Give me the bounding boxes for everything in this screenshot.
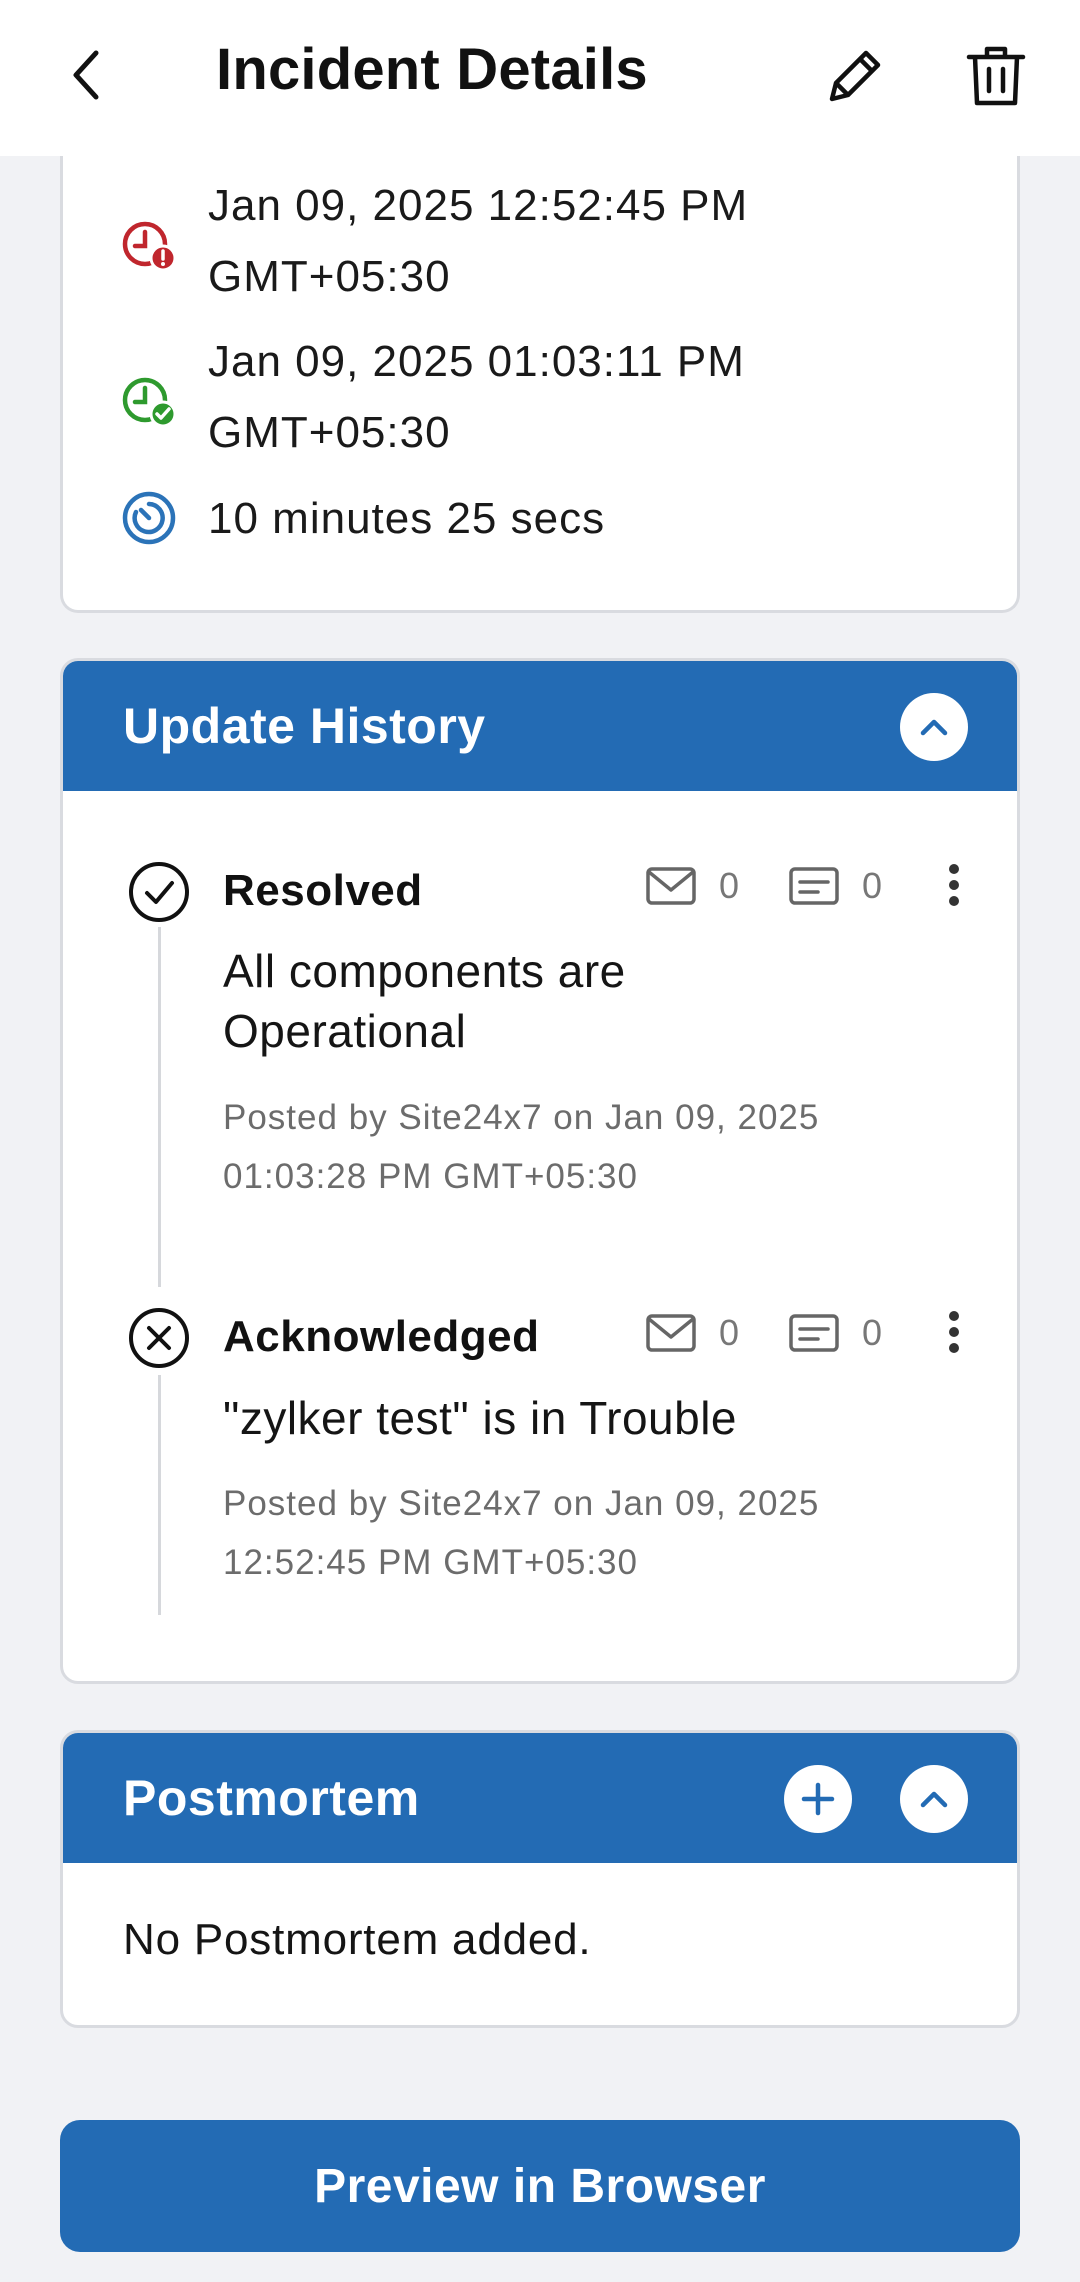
- update-message: "zylker test" is in Trouble: [223, 1392, 737, 1444]
- collapse-postmortem-button[interactable]: [900, 1765, 968, 1833]
- update-message: All components are Operational: [223, 945, 626, 1057]
- postmortem-section: Postmortem No Postmortem added.: [60, 1730, 1020, 2028]
- check-circle-icon: [129, 862, 189, 922]
- chevron-left-icon: [73, 50, 99, 100]
- postmortem-title: Postmortem: [123, 1770, 420, 1826]
- update-history-title: Update History: [123, 698, 486, 754]
- update-meta: Posted by Site24x7 on Jan 09, 2025 12:52…: [223, 1474, 923, 1592]
- clock-alert-icon: [122, 221, 177, 272]
- resolved-time: Jan 09, 2025 01:03:11 PM GMT+05:30: [208, 326, 968, 468]
- timeline-line: [158, 927, 161, 1287]
- update-meta-line: 01:03:28 PM GMT+05:30: [223, 1157, 638, 1196]
- update-history-header[interactable]: Update History: [63, 661, 1017, 791]
- comment-count-value: 0: [862, 865, 883, 906]
- back-button[interactable]: [56, 40, 116, 110]
- mail-icon: [646, 1314, 696, 1352]
- comment-count-value: 0: [862, 1312, 883, 1353]
- add-postmortem-button[interactable]: [784, 1765, 852, 1833]
- email-count-value: 0: [719, 1312, 740, 1353]
- chevron-up-icon: [920, 719, 948, 736]
- clock-check-icon: [122, 377, 177, 428]
- app-header: Incident Details: [0, 0, 1080, 156]
- update-more-button[interactable]: [939, 1302, 969, 1362]
- incident-timing-card: Jan 09, 2025 12:52:45 PM GMT+05:30 Jan 0…: [60, 120, 1020, 613]
- comment-count[interactable]: 0: [788, 1312, 882, 1354]
- chevron-up-icon: [920, 1791, 948, 1808]
- update-status: Resolved: [223, 866, 423, 915]
- edit-button[interactable]: [815, 36, 895, 116]
- update-meta-line: Posted by Site24x7 on Jan 09, 2025: [223, 1484, 820, 1523]
- collapse-update-history-button[interactable]: [900, 693, 968, 761]
- preview-in-browser-button[interactable]: Preview in Browser: [60, 2120, 1020, 2252]
- update-more-button[interactable]: [939, 855, 969, 915]
- started-date: Jan 09, 2025 12:52:45 PM: [208, 181, 749, 230]
- comment-icon: [789, 867, 839, 905]
- x-circle-icon: [129, 1308, 189, 1368]
- comment-icon: [789, 1314, 839, 1352]
- page-title: Incident Details: [216, 37, 648, 102]
- plus-icon: [801, 1782, 835, 1816]
- comment-count[interactable]: 0: [788, 865, 882, 907]
- started-timezone: GMT+05:30: [208, 252, 451, 301]
- started-time: Jan 09, 2025 12:52:45 PM GMT+05:30: [208, 170, 968, 312]
- update-status: Acknowledged: [223, 1312, 540, 1361]
- email-count[interactable]: 0: [645, 865, 739, 907]
- delete-button[interactable]: [956, 36, 1036, 116]
- update-meta: Posted by Site24x7 on Jan 09, 2025 01:03…: [223, 1088, 923, 1206]
- timer-icon: [122, 491, 176, 545]
- pencil-icon: [829, 50, 881, 102]
- postmortem-empty-text: No Postmortem added.: [123, 1915, 592, 1964]
- email-count-value: 0: [719, 865, 740, 906]
- postmortem-header[interactable]: Postmortem: [63, 1733, 1017, 1863]
- resolved-timezone: GMT+05:30: [208, 408, 451, 457]
- email-count[interactable]: 0: [645, 1312, 739, 1354]
- duration: 10 minutes 25 secs: [208, 494, 606, 543]
- timeline-line: [158, 1375, 161, 1615]
- trash-icon: [966, 46, 1026, 106]
- update-meta-line: Posted by Site24x7 on Jan 09, 2025: [223, 1098, 820, 1137]
- more-vertical-icon: [949, 864, 959, 906]
- resolved-date: Jan 09, 2025 01:03:11 PM: [208, 337, 745, 386]
- update-history-section: Update History Resolved 0 0 All componen…: [60, 658, 1020, 1684]
- mail-icon: [646, 867, 696, 905]
- update-meta-line: 12:52:45 PM GMT+05:30: [223, 1543, 638, 1582]
- more-vertical-icon: [949, 1311, 959, 1353]
